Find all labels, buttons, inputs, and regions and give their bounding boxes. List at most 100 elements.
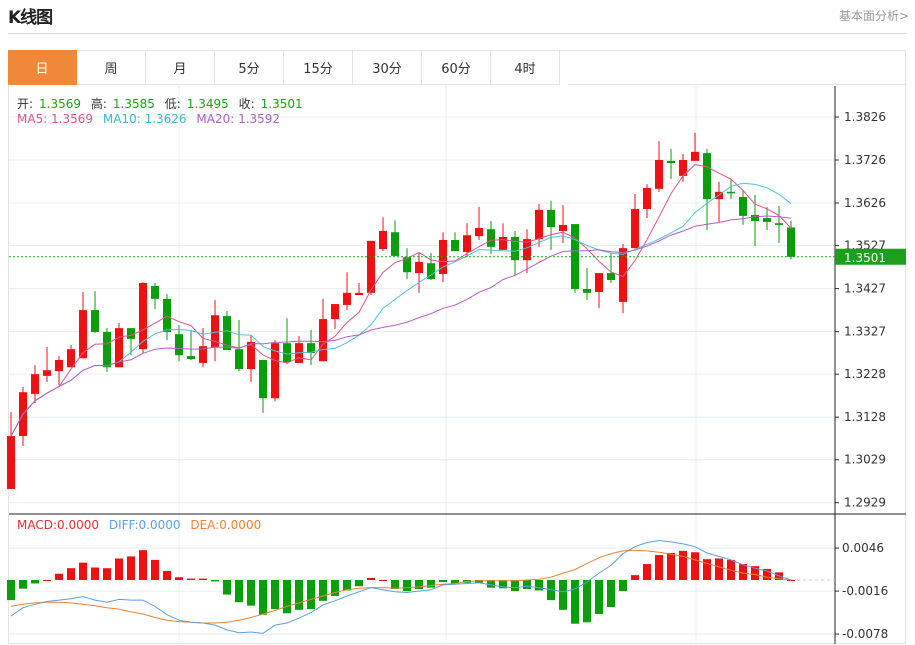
ohlc-legend: 开: 1.3569 高: 1.3585 低: 1.3495 收: 1.3501 <box>17 95 309 112</box>
candle <box>55 356 63 385</box>
macd-bar <box>259 580 267 615</box>
macd-bar <box>211 580 219 582</box>
ma-legend: MA5: 1.3569 MA10: 1.3626 MA20: 1.3592 <box>17 112 286 126</box>
macd-bar <box>559 580 567 610</box>
candle-body <box>691 151 699 161</box>
candle <box>175 325 183 362</box>
candle-body <box>655 160 663 189</box>
macd-bar <box>439 580 447 583</box>
macd-bar <box>367 577 375 580</box>
macd-bar <box>595 580 603 614</box>
price-tick-label: 1.3626 <box>844 196 886 210</box>
close-value: 1.3501 <box>260 97 303 111</box>
candle <box>391 220 399 256</box>
candle-body <box>379 230 387 250</box>
macd-bar <box>655 555 663 580</box>
candle <box>559 205 567 243</box>
macd-bar <box>55 573 63 580</box>
macd-bar <box>19 580 27 589</box>
high-value: 1.3585 <box>112 97 155 111</box>
candle-body <box>475 227 483 237</box>
candle <box>235 319 243 372</box>
candle <box>91 291 99 333</box>
candle-body <box>643 187 651 210</box>
macd-bar <box>715 558 723 580</box>
candle-body <box>103 332 111 368</box>
candle <box>547 200 555 250</box>
candle <box>691 132 699 161</box>
ma10-line <box>10 182 792 437</box>
candle <box>43 347 51 382</box>
candle-body <box>667 160 675 164</box>
candle-body <box>175 334 183 356</box>
price-tick-label: 1.3128 <box>844 410 886 424</box>
close-label: 收: <box>238 97 255 111</box>
price-tick-label: 1.3029 <box>844 453 886 467</box>
macd-bar <box>79 562 87 580</box>
candle <box>127 328 135 356</box>
ma20-legend: MA20: 1.3592 <box>196 112 281 126</box>
candle <box>487 221 495 255</box>
macd-bar <box>103 568 111 580</box>
candle <box>379 217 387 252</box>
price-tick-label: 1.3726 <box>844 153 886 167</box>
candle <box>643 184 651 219</box>
macd-legend: MACD:0.0000 DIFF:0.0000 DEA:0.0000 <box>17 518 267 532</box>
macd-bar <box>271 580 279 610</box>
candle-body <box>559 224 567 231</box>
candle-body <box>775 223 783 225</box>
candle-body <box>787 227 795 257</box>
candle-body <box>91 310 99 332</box>
candle <box>571 224 579 293</box>
macd-bar <box>115 558 123 580</box>
macd-bar <box>691 552 699 580</box>
macd-bar <box>307 580 315 610</box>
candle <box>475 206 483 240</box>
macd-bar <box>127 556 135 580</box>
candle <box>415 252 423 293</box>
candle <box>631 193 639 249</box>
candle-body <box>187 356 195 360</box>
candle-body <box>607 273 615 280</box>
macd-bar <box>319 580 327 601</box>
macd-bar <box>247 580 255 606</box>
ma20-line <box>10 215 792 437</box>
candle <box>679 153 687 182</box>
macd-bar <box>91 567 99 580</box>
candle-body <box>583 289 591 293</box>
diff-value: DIFF:0.0000 <box>108 518 181 532</box>
candle-body <box>283 343 291 363</box>
candle <box>655 141 663 192</box>
candle-body <box>7 436 15 489</box>
candle <box>595 273 603 308</box>
candle-body <box>727 191 735 194</box>
candle-body <box>547 209 555 228</box>
macd-bar <box>643 564 651 580</box>
candle-body <box>463 235 471 253</box>
candle <box>19 387 27 446</box>
macd-bar <box>379 580 387 581</box>
candle-body <box>163 298 171 332</box>
candle <box>727 180 735 200</box>
macd-bar <box>67 568 75 580</box>
candle-body <box>319 319 327 362</box>
price-tick-label: 1.3826 <box>844 110 886 124</box>
candle-body <box>391 232 399 256</box>
candle-body <box>595 273 603 293</box>
candle-body <box>499 236 507 250</box>
candle <box>583 267 591 301</box>
macd-bar <box>619 580 627 592</box>
candle-body <box>43 370 51 376</box>
candle <box>319 298 327 362</box>
macd-bar <box>43 580 51 581</box>
candle <box>187 329 195 360</box>
price-tick-label: 1.3228 <box>844 367 886 381</box>
candle <box>451 232 459 252</box>
macd-bar <box>583 580 591 623</box>
candle <box>247 335 255 382</box>
price-tick-label: 1.2929 <box>844 496 886 510</box>
candle <box>367 240 375 296</box>
macd-bar <box>163 570 171 580</box>
macd-bar <box>31 580 39 584</box>
candle-body <box>55 359 63 372</box>
